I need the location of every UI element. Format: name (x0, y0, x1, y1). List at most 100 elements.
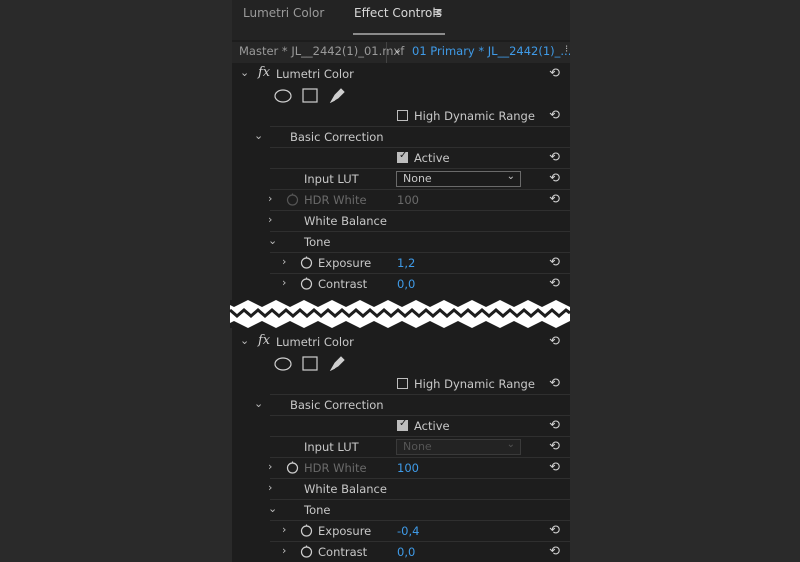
stopwatch-icon[interactable] (286, 193, 299, 206)
clip-divider (386, 42, 387, 63)
fx-icon[interactable]: fx (258, 65, 270, 80)
white-balance-row[interactable]: › White Balance (232, 479, 570, 500)
reset-icon[interactable]: ⟲ (549, 460, 560, 475)
effect-row[interactable]: ⌄ fx Lumetri Color ⟲ (232, 332, 570, 353)
stopwatch-icon[interactable] (300, 545, 313, 558)
expand-icon[interactable]: ⌄ (254, 397, 263, 410)
expand-icon[interactable]: ⌄ (240, 66, 249, 79)
reset-icon[interactable]: ⟲ (549, 150, 560, 165)
expand-icon[interactable]: ⌄ (240, 334, 249, 347)
reset-icon[interactable]: ⟲ (549, 334, 560, 349)
collapse-icon[interactable]: › (268, 481, 272, 494)
active-label: Active (414, 419, 450, 433)
mask-tools-row (232, 353, 570, 374)
collapse-icon[interactable]: › (268, 192, 272, 205)
expand-icon[interactable]: ⌄ (268, 502, 277, 515)
pen-mask-icon[interactable] (329, 88, 345, 103)
effect-controls-panel: Lumetri Color Effect Controls ≡ Master *… (232, 0, 570, 562)
tone-row[interactable]: ⌄ Tone (232, 500, 570, 521)
mask-tools (274, 356, 345, 371)
panel-menu-icon[interactable]: ≡ (432, 5, 443, 20)
contrast-row: › Contrast 0,0 ⟲ (232, 542, 570, 562)
expand-icon[interactable]: ⌄ (268, 234, 277, 247)
mask-tools-row (232, 85, 570, 106)
tone-label: Tone (304, 503, 331, 517)
hdr-white-label: HDR White (304, 461, 367, 475)
hdr-checkbox[interactable] (397, 378, 408, 389)
tab-effect-controls[interactable]: Effect Controls (354, 6, 442, 20)
reset-icon[interactable]: ⟲ (549, 439, 560, 454)
input-lut-row: Input LUT None ⌄ ⟲ (232, 437, 570, 458)
pen-mask-icon[interactable] (329, 356, 345, 371)
reset-icon[interactable]: ⟲ (549, 544, 560, 559)
stopwatch-icon[interactable] (300, 277, 313, 290)
active-row: ✓ Active ⟲ (232, 148, 570, 169)
clip-dropdown-icon[interactable]: ⌄ (393, 43, 402, 56)
reset-icon[interactable]: ⟲ (549, 171, 560, 186)
hdr-row: High Dynamic Range ⟲ (232, 374, 570, 395)
reset-icon[interactable]: ⟲ (549, 418, 560, 433)
ellipse-mask-icon[interactable] (274, 89, 292, 103)
reset-icon[interactable]: ⟲ (549, 376, 560, 391)
stopwatch-icon[interactable] (300, 256, 313, 269)
collapse-icon[interactable]: › (282, 276, 286, 289)
contrast-label: Contrast (318, 545, 368, 559)
reset-icon[interactable]: ⟲ (549, 255, 560, 270)
contrast-value[interactable]: 0,0 (397, 277, 415, 291)
contrast-value[interactable]: 0,0 (397, 545, 415, 559)
white-balance-row[interactable]: › White Balance (232, 211, 570, 232)
exposure-label: Exposure (318, 524, 372, 538)
hdr-row: High Dynamic Range ⟲ (232, 106, 570, 127)
fx-icon[interactable]: fx (258, 333, 270, 348)
collapse-icon[interactable]: › (282, 255, 286, 268)
collapse-icon[interactable]: › (268, 213, 272, 226)
rectangle-mask-icon[interactable] (302, 356, 318, 371)
master-clip-label[interactable]: Master * JL__2442(1)_01.mxf (239, 44, 404, 58)
active-checkbox[interactable]: ✓ (397, 418, 408, 431)
contrast-row: › Contrast 0,0 ⟲ (232, 274, 570, 295)
reset-icon[interactable]: ⟲ (549, 276, 560, 291)
scroll-handle-icon[interactable]: ⁝ (565, 44, 568, 55)
effect-name: Lumetri Color (276, 67, 354, 81)
zigzag-break-divider (229, 300, 571, 328)
basic-correction-row[interactable]: ⌄ Basic Correction (232, 127, 570, 148)
active-checkbox[interactable]: ✓ (397, 150, 408, 163)
stopwatch-icon[interactable] (286, 461, 299, 474)
exposure-value[interactable]: -0,4 (397, 524, 419, 538)
collapse-icon[interactable]: › (282, 523, 286, 536)
basic-correction-label: Basic Correction (290, 398, 384, 412)
reset-icon[interactable]: ⟲ (549, 66, 560, 81)
chevron-down-icon: ⌄ (506, 171, 515, 182)
collapse-icon[interactable]: › (282, 544, 286, 557)
exposure-label: Exposure (318, 256, 372, 270)
hdr-label: High Dynamic Range (414, 377, 535, 391)
tone-label: Tone (304, 235, 331, 249)
reset-icon[interactable]: ⟲ (549, 192, 560, 207)
hdr-white-value[interactable]: 100 (397, 461, 419, 475)
tone-row[interactable]: ⌄ Tone (232, 232, 570, 253)
collapse-icon[interactable]: › (268, 460, 272, 473)
mask-tools (274, 88, 345, 103)
chevron-down-icon: ⌄ (506, 439, 515, 450)
sequence-clip-label[interactable]: 01 Primary * JL__2442(1)_... (412, 44, 570, 58)
white-balance-label: White Balance (304, 482, 387, 496)
expand-icon[interactable]: ⌄ (254, 129, 263, 142)
stopwatch-icon[interactable] (300, 524, 313, 537)
input-lut-dropdown[interactable]: None ⌄ (396, 171, 521, 187)
tab-lumetri-color[interactable]: Lumetri Color (243, 6, 324, 20)
exposure-row: › Exposure 1,2 ⟲ (232, 253, 570, 274)
effect-row[interactable]: ⌄ fx Lumetri Color ⟲ (232, 64, 570, 85)
basic-correction-row[interactable]: ⌄ Basic Correction (232, 395, 570, 416)
ellipse-mask-icon[interactable] (274, 357, 292, 371)
contrast-label: Contrast (318, 277, 368, 291)
rectangle-mask-icon[interactable] (302, 88, 318, 103)
input-lut-dropdown: None ⌄ (396, 439, 521, 455)
hdr-white-label: HDR White (304, 193, 367, 207)
exposure-value[interactable]: 1,2 (397, 256, 415, 270)
reset-icon[interactable]: ⟲ (549, 523, 560, 538)
hdr-white-row: › HDR White 100 ⟲ (232, 190, 570, 211)
exposure-row: › Exposure -0,4 ⟲ (232, 521, 570, 542)
reset-icon[interactable]: ⟲ (549, 108, 560, 123)
hdr-checkbox[interactable] (397, 110, 408, 121)
hdr-white-value[interactable]: 100 (397, 193, 419, 207)
